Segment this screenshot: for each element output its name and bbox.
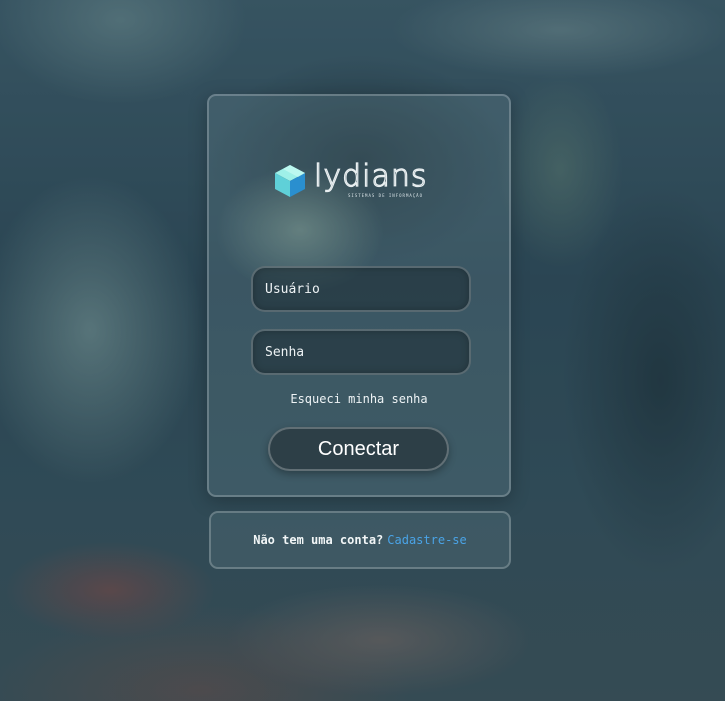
signup-prompt: Não tem uma conta?: [253, 533, 384, 547]
password-input[interactable]: [251, 329, 471, 375]
brand-name: lydians: [313, 158, 428, 194]
cube-logo-icon: [275, 165, 305, 197]
connect-button[interactable]: Conectar: [268, 427, 449, 471]
signup-link[interactable]: Cadastre-se: [387, 533, 466, 547]
brand-tagline: SISTEMAS DE INFORMAÇÃO: [348, 193, 423, 198]
username-input[interactable]: [251, 266, 471, 312]
brand-logo: lydians SISTEMAS DE INFORMAÇÃO: [272, 158, 442, 202]
forgot-password-link[interactable]: Esqueci minha senha: [207, 392, 511, 406]
signup-card: Não tem uma conta? Cadastre-se: [209, 511, 511, 569]
